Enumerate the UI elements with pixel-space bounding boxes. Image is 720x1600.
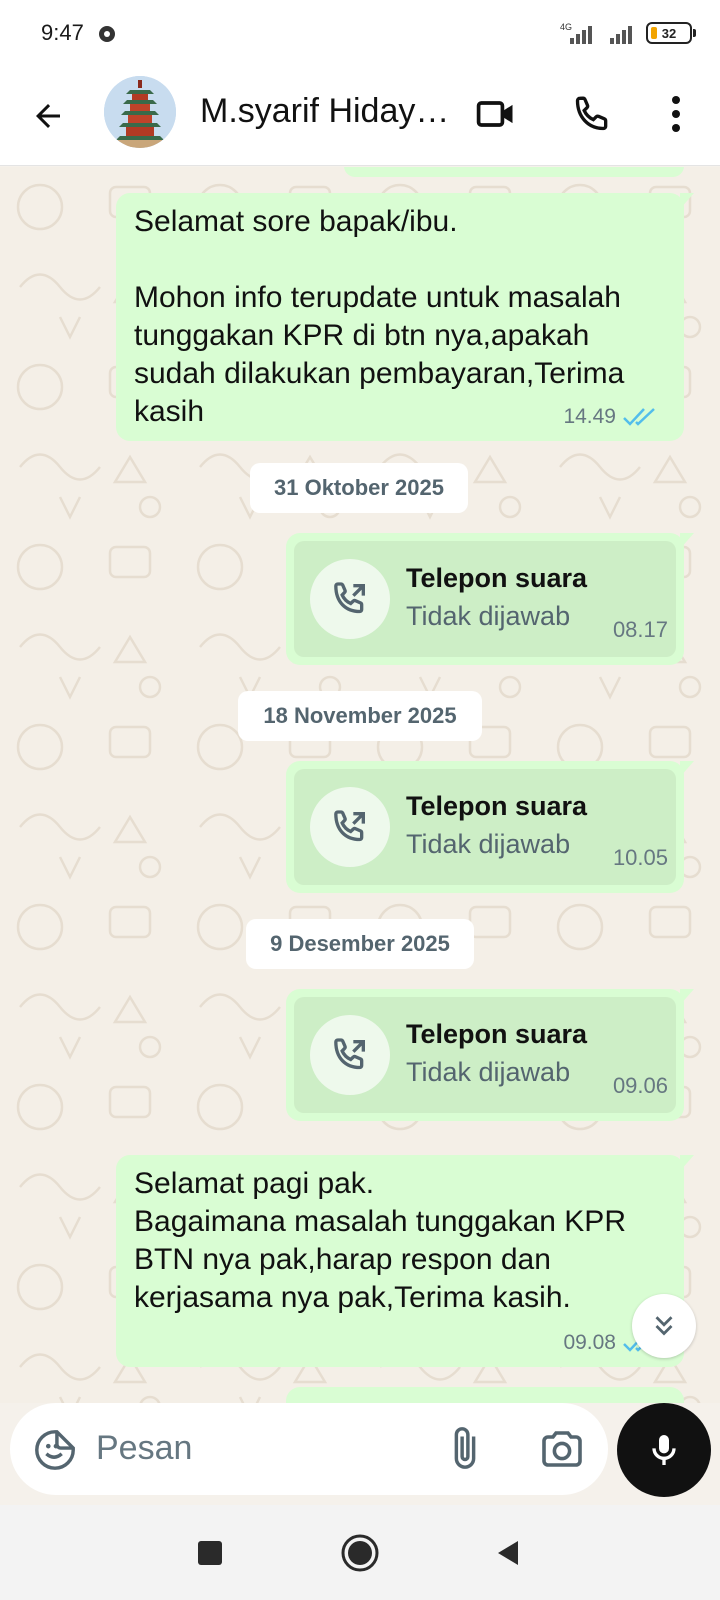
call-card: Telepon suara Tidak dijawab 09.06 <box>294 997 676 1113</box>
signal-icon <box>610 26 632 44</box>
outgoing-call-icon <box>310 559 390 639</box>
call-bubble[interactable]: Telepon suara Tidak dijawab 08.17 <box>286 533 694 665</box>
square-icon <box>198 1541 222 1565</box>
date-separator: 9 Desember 2025 <box>246 919 474 969</box>
camera-icon[interactable] <box>538 1425 586 1473</box>
bubble-tail <box>680 761 694 777</box>
bubble-tail <box>680 1155 694 1171</box>
attach-icon[interactable] <box>442 1425 488 1471</box>
microphone-icon <box>652 1435 676 1465</box>
message-composer: Pesan <box>0 1403 720 1505</box>
message-time: 09.08 <box>563 1331 616 1354</box>
nav-back-button[interactable] <box>486 1531 530 1575</box>
message-bubble-partial[interactable] <box>344 167 684 177</box>
message-meta: 14.49 <box>563 405 658 429</box>
battery-icon: 32 <box>646 22 696 44</box>
triangle-back-icon <box>498 1541 518 1565</box>
bubble-tail <box>680 193 694 209</box>
more-options-button[interactable] <box>652 90 700 138</box>
home-circle-icon <box>341 1534 379 1572</box>
message-text: Selamat pagi pak. Bagaimana masalah tung… <box>134 1167 626 1314</box>
status-indicators: 4G 32 <box>558 20 696 46</box>
video-call-icon <box>476 101 513 127</box>
call-title: Telepon suara <box>406 791 588 821</box>
message-bubble[interactable]: Selamat pagi pak. Bagaimana masalah tung… <box>116 1155 694 1367</box>
outgoing-call-icon <box>310 1015 390 1095</box>
contact-name[interactable]: M.syarif Hiday… <box>200 92 445 131</box>
pagoda-avatar-image <box>104 76 176 148</box>
system-nav-bar <box>0 1505 720 1600</box>
back-arrow-icon <box>36 104 60 128</box>
call-card: Telepon suara Tidak dijawab 10.05 <box>294 769 676 885</box>
call-title: Telepon suara <box>406 1019 588 1049</box>
notification-icon <box>99 26 115 42</box>
svg-text:4G: 4G <box>560 22 572 32</box>
voice-message-button[interactable] <box>617 1403 711 1497</box>
call-time: 09.06 <box>612 1073 668 1098</box>
scroll-to-bottom-button[interactable] <box>632 1294 696 1358</box>
message-input-box[interactable]: Pesan <box>10 1403 608 1495</box>
contact-avatar[interactable] <box>104 76 176 148</box>
call-status: Tidak dijawab <box>406 829 571 859</box>
battery-level: 32 <box>661 25 677 41</box>
message-time: 14.49 <box>563 405 616 428</box>
double-chevron-down-icon <box>655 1316 673 1336</box>
message-input[interactable]: Pesan <box>96 1429 192 1468</box>
bubble-tail <box>680 533 694 549</box>
call-time: 08.17 <box>612 617 668 642</box>
bubble-tail <box>680 989 694 1005</box>
message-text: Selamat sore bapak/ibu. Mohon info terup… <box>134 205 625 428</box>
call-bubble[interactable]: Telepon suara Tidak dijawab 10.05 <box>286 761 694 893</box>
nav-recents-button[interactable] <box>188 1531 232 1575</box>
call-card: Telepon suara Tidak dijawab 08.17 <box>294 541 676 657</box>
message-bubble-partial[interactable] <box>286 1387 684 1403</box>
chat-area[interactable]: Selamat sore bapak/ibu. Mohon info terup… <box>0 167 720 1403</box>
back-button[interactable] <box>26 94 70 138</box>
date-separator: 31 Oktober 2025 <box>250 463 468 513</box>
voice-call-icon <box>575 96 608 131</box>
call-title: Telepon suara <box>406 563 588 593</box>
outgoing-call-icon <box>310 787 390 867</box>
status-time: 9:47 <box>41 20 84 45</box>
voice-call-button[interactable] <box>568 90 616 138</box>
sticker-emoji-icon[interactable] <box>32 1427 78 1473</box>
more-vert-icon <box>672 96 680 132</box>
call-status: Tidak dijawab <box>406 601 571 631</box>
message-bubble[interactable]: Selamat sore bapak/ibu. Mohon info terup… <box>116 193 694 441</box>
status-bar: 9:47 4G 32 <box>0 0 720 68</box>
call-bubble[interactable]: Telepon suara Tidak dijawab 09.06 <box>286 989 694 1121</box>
video-call-button[interactable] <box>472 90 520 138</box>
chat-header: M.syarif Hiday… <box>0 68 720 166</box>
signal-4g-icon: 4G <box>560 22 592 44</box>
date-separator: 18 November 2025 <box>238 691 482 741</box>
call-status: Tidak dijawab <box>406 1057 571 1087</box>
call-time: 10.05 <box>612 845 668 870</box>
nav-home-button[interactable] <box>338 1531 382 1575</box>
double-check-read-icon <box>623 408 655 426</box>
